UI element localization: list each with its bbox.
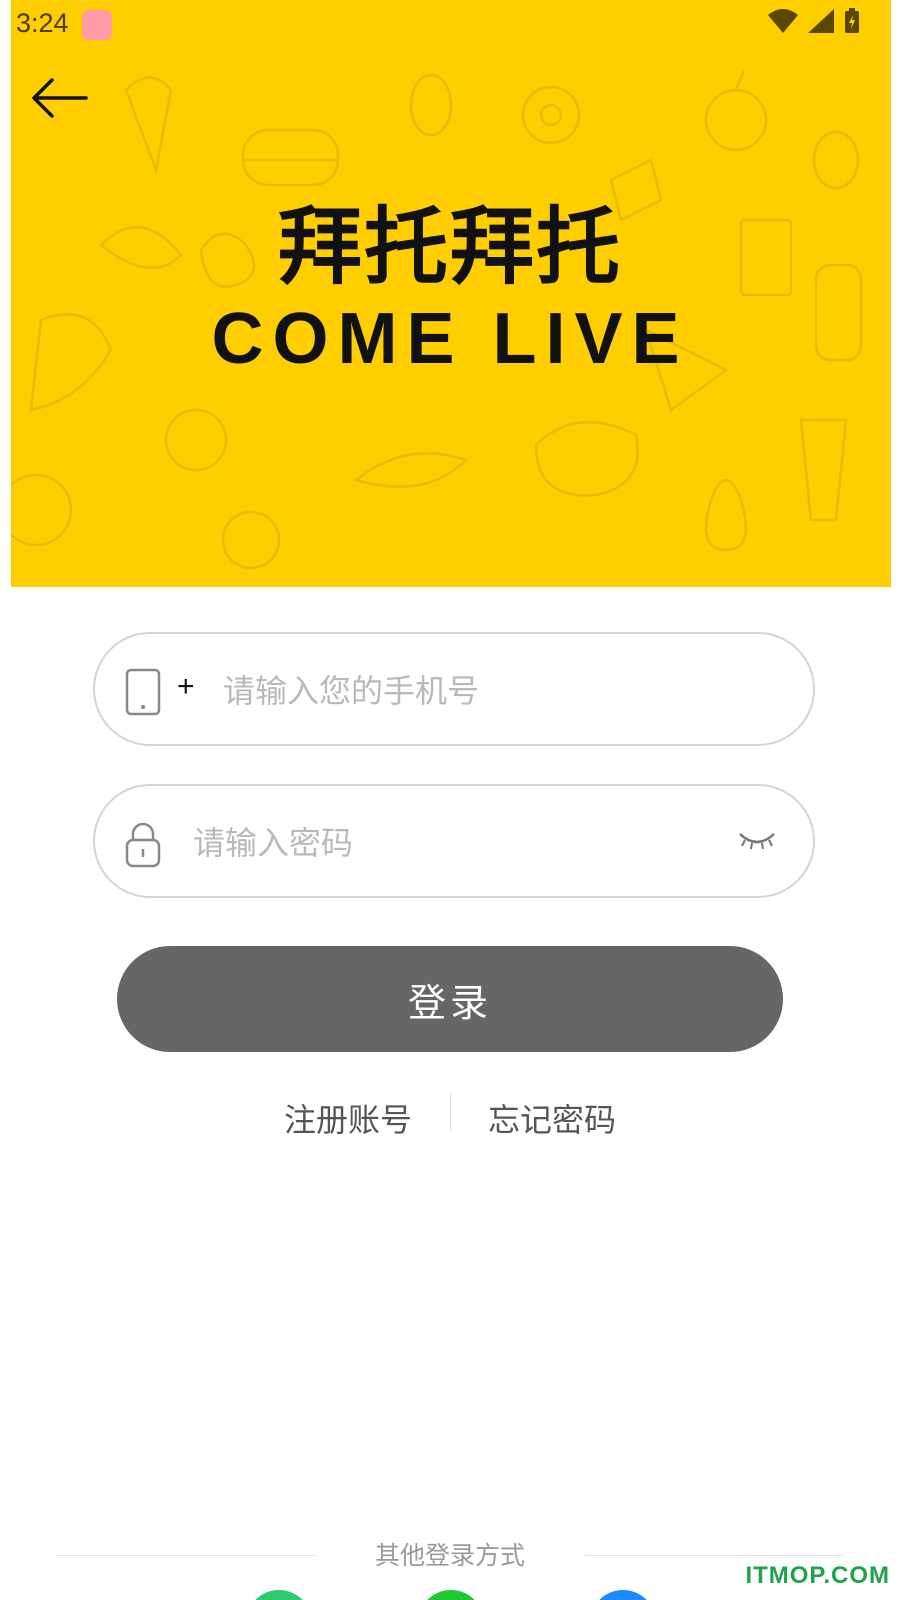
status-icons: [768, 8, 860, 34]
account-links: 注册账号 忘记密码: [0, 1093, 900, 1139]
register-link[interactable]: 注册账号: [284, 1095, 412, 1141]
status-time: 3:24: [16, 8, 69, 38]
phone-icon: [125, 668, 161, 716]
divider-right: [585, 1555, 845, 1556]
app-notification-icon: [82, 10, 112, 40]
social-login-button-1[interactable]: [246, 1590, 312, 1600]
lock-icon: [125, 822, 161, 868]
brand-title-cn: 拜托拜托: [277, 198, 622, 296]
back-arrow-icon[interactable]: [28, 74, 92, 122]
status-bar: 3:24: [0, 0, 900, 50]
phone-field[interactable]: +: [93, 632, 815, 746]
login-button[interactable]: 登录: [117, 946, 783, 1052]
social-login-button-2[interactable]: [418, 1590, 484, 1600]
forgot-password-link[interactable]: 忘记密码: [488, 1095, 616, 1141]
country-code-prefix[interactable]: +: [177, 670, 195, 704]
watermark: ITMOP.COM: [745, 1562, 890, 1589]
social-login-buttons: [0, 1590, 900, 1600]
password-input[interactable]: [191, 814, 715, 872]
eye-closed-icon[interactable]: [737, 828, 777, 854]
link-divider: [450, 1093, 451, 1131]
social-login-button-3[interactable]: [590, 1590, 656, 1600]
brand-logo: 拜托拜托 COME LIVE: [0, 205, 900, 375]
signal-icon: [808, 9, 834, 33]
battery-icon: [845, 8, 859, 33]
login-screen: 3:24 拜托拜托 COME LIVE + 登录: [0, 0, 900, 1600]
wifi-icon: [768, 9, 798, 33]
phone-input[interactable]: [221, 662, 785, 720]
brand-title-en: COME LIVE: [211, 299, 689, 379]
password-field[interactable]: [93, 784, 815, 898]
